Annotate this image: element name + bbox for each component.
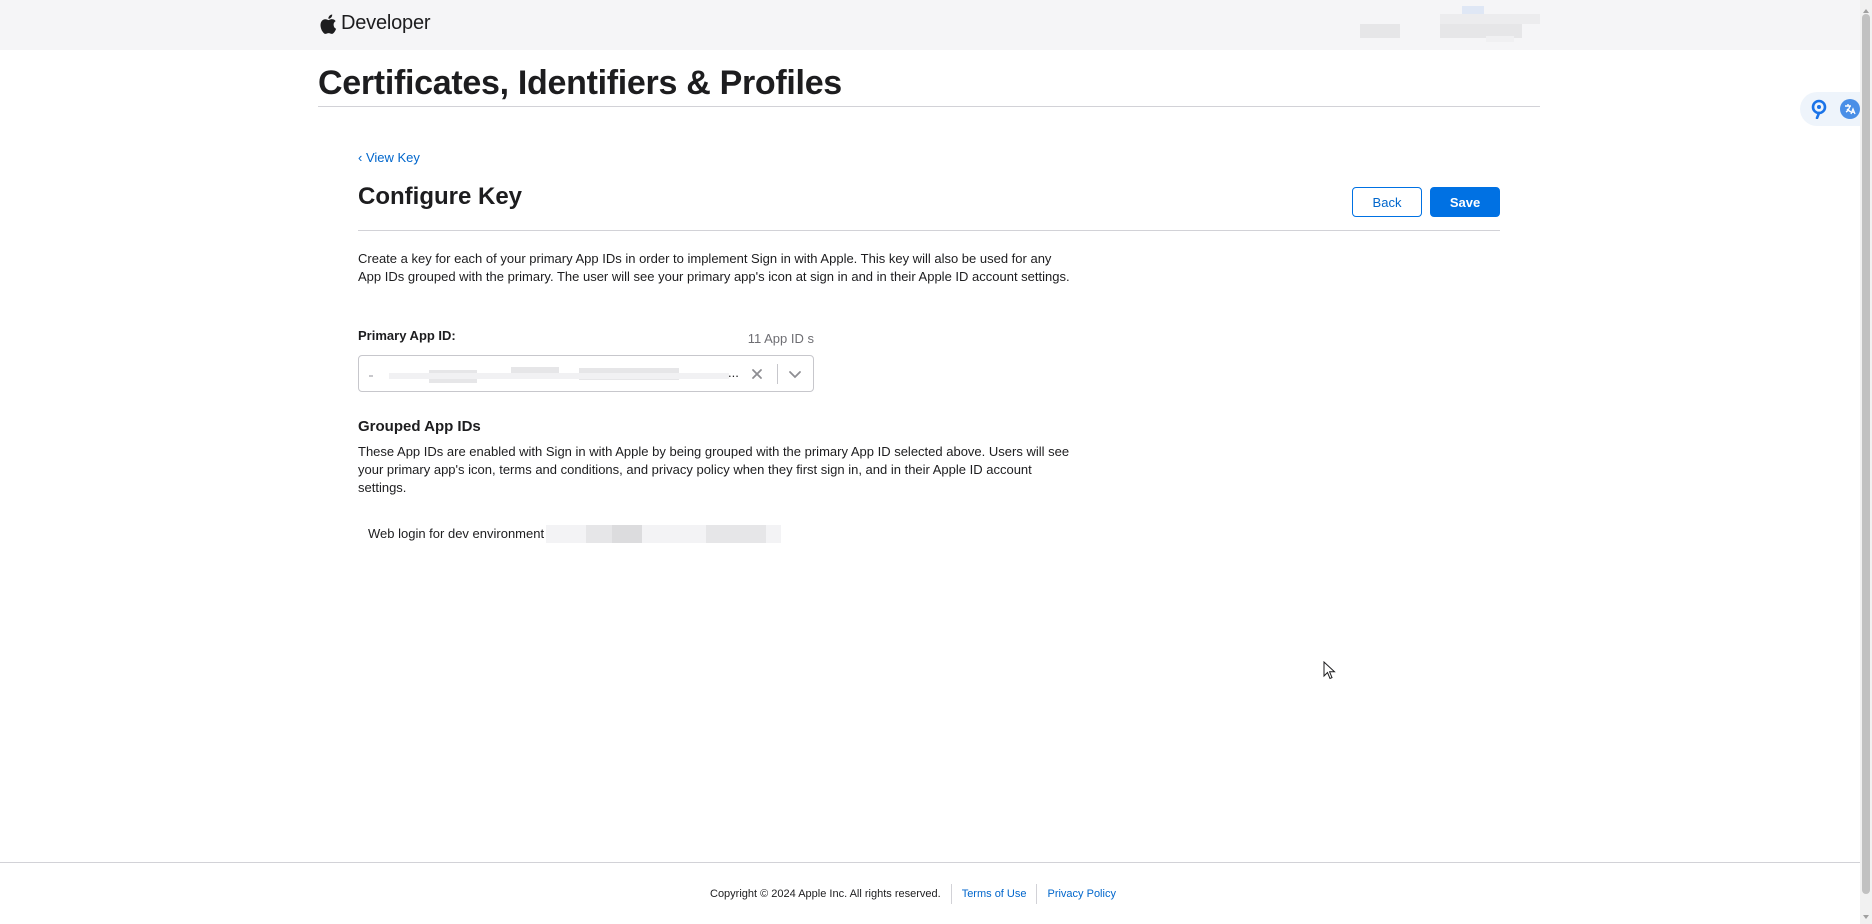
section-divider xyxy=(358,230,1500,231)
developer-home-link[interactable]: Developer xyxy=(319,12,431,35)
copyright-text: Copyright © 2024 Apple Inc. All rights r… xyxy=(710,888,941,900)
scrollbar[interactable] xyxy=(1860,0,1872,924)
list-item: Web login for dev environment xyxy=(368,523,782,543)
account-menu[interactable] xyxy=(1340,6,1560,44)
grouped-description: These App IDs are enabled with Sign in w… xyxy=(358,444,1070,495)
global-header: Developer xyxy=(0,0,1860,50)
select-separator xyxy=(777,364,778,384)
title-divider xyxy=(318,106,1540,107)
primary-app-id-label: Primary App ID: xyxy=(358,328,456,343)
translate-extension-icon[interactable] xyxy=(1840,99,1860,119)
back-button[interactable]: Back xyxy=(1352,187,1422,217)
configure-description: Create a key for each of your primary Ap… xyxy=(358,251,1070,284)
footer-divider xyxy=(0,862,1860,863)
close-icon[interactable] xyxy=(747,364,767,384)
grouped-item-identifier xyxy=(546,523,782,543)
grouped-item-label: Web login for dev environment xyxy=(368,525,545,541)
scroll-up-icon[interactable] xyxy=(1862,2,1870,13)
scrollbar-thumb[interactable] xyxy=(1862,14,1870,894)
scroll-down-icon[interactable] xyxy=(1862,908,1870,919)
footer: Copyright © 2024 Apple Inc. All rights r… xyxy=(0,864,1860,924)
grouped-app-ids-title: Grouped App IDs xyxy=(358,418,481,435)
section-title: Configure Key xyxy=(358,183,523,210)
search-extension-icon[interactable] xyxy=(1810,99,1830,119)
page-title: Certificates, Identifiers & Profiles xyxy=(318,64,842,102)
chevron-down-icon[interactable] xyxy=(783,364,807,384)
privacy-policy-link[interactable]: Privacy Policy xyxy=(1037,888,1125,900)
save-button[interactable]: Save xyxy=(1430,187,1500,217)
brand-name: Developer xyxy=(341,12,431,34)
view-key-back-link[interactable]: ‹ View Key xyxy=(358,150,420,165)
extension-tray xyxy=(1800,92,1860,126)
primary-app-id-select[interactable]: ... xyxy=(358,355,814,392)
apple-logo-icon xyxy=(319,13,337,35)
app-id-count: 11 App ID s xyxy=(747,331,814,346)
terms-of-use-link[interactable]: Terms of Use xyxy=(952,888,1037,900)
select-ellipsis: ... xyxy=(728,365,739,380)
mouse-cursor-icon xyxy=(1323,660,1337,681)
primary-app-id-value xyxy=(369,365,749,383)
